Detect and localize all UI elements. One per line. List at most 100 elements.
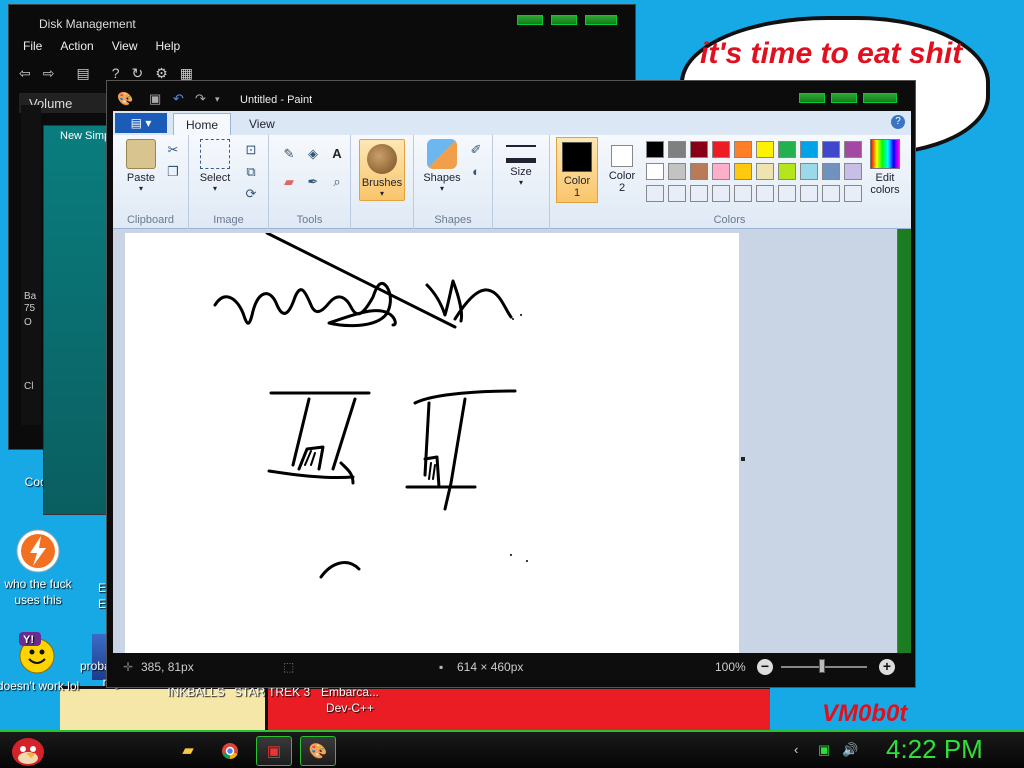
select-button[interactable]: Select ▾: [195, 139, 235, 193]
cut-icon[interactable]: ✂: [163, 141, 183, 159]
color-swatch[interactable]: [690, 163, 708, 180]
outline-icon[interactable]: ✐: [466, 141, 486, 159]
taskbar-clock[interactable]: 4:22 PM: [886, 734, 983, 765]
drawing-canvas[interactable]: [125, 233, 739, 653]
magnifier-icon[interactable]: ⌕: [327, 173, 347, 191]
crop-icon[interactable]: ⊡: [241, 141, 261, 159]
zoom-slider-thumb[interactable]: [819, 659, 825, 673]
color2-button[interactable]: Color 2: [602, 137, 642, 194]
custom-color-slot[interactable]: [844, 185, 862, 202]
disk-list-panel: Ba 75 O Cl: [21, 105, 41, 425]
chrome-icon[interactable]: [212, 736, 248, 766]
help-icon[interactable]: ?: [112, 65, 120, 81]
vertical-scrollbar[interactable]: [897, 229, 911, 653]
customize-quick-access-icon[interactable]: ▾: [215, 94, 220, 105]
menu-help[interactable]: Help: [156, 39, 181, 59]
color-swatch[interactable]: [712, 163, 730, 180]
disk-management-title: Disk Management: [39, 17, 136, 31]
custom-color-slot[interactable]: [668, 185, 686, 202]
forward-arrow-icon[interactable]: ⇨: [43, 65, 55, 81]
properties-icon[interactable]: ▤: [76, 65, 89, 81]
maximize-button[interactable]: [551, 15, 577, 25]
color1-button[interactable]: Color 1: [556, 137, 598, 203]
fill-icon[interactable]: ◈: [303, 145, 323, 163]
redo-icon[interactable]: ↷: [195, 91, 206, 107]
text-icon[interactable]: A: [327, 145, 347, 163]
tab-view[interactable]: View: [237, 113, 287, 135]
show-hidden-icons-icon[interactable]: ‹: [794, 742, 798, 757]
refresh-icon[interactable]: ↻: [132, 65, 144, 81]
custom-color-slot[interactable]: [756, 185, 774, 202]
paint-task-icon[interactable]: 🎨: [300, 736, 336, 766]
color-swatch[interactable]: [646, 141, 664, 158]
desktop-icon-doesnt-work[interactable]: Y! doesn't work lol: [0, 630, 80, 694]
zoom-out-button[interactable]: −: [757, 659, 773, 675]
size-button[interactable]: Size ▾: [501, 139, 541, 187]
color-swatch[interactable]: [800, 163, 818, 180]
network-icon[interactable]: ▣: [818, 742, 830, 758]
color-swatch[interactable]: [712, 141, 730, 158]
drawing-strokes: [213, 233, 528, 579]
paint-menu-button[interactable]: ▤ ▾: [115, 113, 167, 133]
paint-title-bar[interactable]: 🎨 ▣ ↶ ↷ ▾ Untitled - Paint: [107, 81, 915, 109]
color-swatch[interactable]: [734, 163, 752, 180]
fill-style-icon[interactable]: ◐: [466, 163, 486, 181]
paint-window[interactable]: 🎨 ▣ ↶ ↷ ▾ Untitled - Paint ▤ ▾ Home View…: [106, 80, 916, 688]
custom-color-slot[interactable]: [822, 185, 840, 202]
paint-app-icon[interactable]: 🎨: [117, 91, 133, 107]
rotate-icon[interactable]: ⟳: [241, 185, 261, 203]
copy-icon[interactable]: ❐: [163, 163, 183, 181]
settings-icon[interactable]: ▦: [180, 65, 193, 81]
help-icon[interactable]: ?: [891, 115, 905, 129]
menu-view[interactable]: View: [112, 39, 138, 59]
tab-home[interactable]: Home: [173, 113, 232, 135]
resize-icon[interactable]: ⧉: [241, 163, 261, 181]
save-icon[interactable]: ▣: [149, 91, 161, 107]
shapes-button[interactable]: Shapes ▾: [420, 139, 464, 193]
color-swatch[interactable]: [844, 141, 862, 158]
color-swatch[interactable]: [668, 141, 686, 158]
color-swatch[interactable]: [734, 141, 752, 158]
desktop-icon-dev-cpp[interactable]: Embarca... Dev-C++: [308, 684, 392, 716]
color-swatch[interactable]: [778, 163, 796, 180]
custom-color-slot[interactable]: [646, 185, 664, 202]
color-swatch[interactable]: [756, 163, 774, 180]
color-swatch[interactable]: [822, 141, 840, 158]
undo-icon[interactable]: ↶: [173, 91, 184, 107]
custom-color-slot[interactable]: [778, 185, 796, 202]
custom-color-slot[interactable]: [734, 185, 752, 202]
custom-color-slot[interactable]: [712, 185, 730, 202]
volume-icon[interactable]: 🔊: [842, 742, 858, 758]
color-swatch[interactable]: [668, 163, 686, 180]
color-swatch[interactable]: [756, 141, 774, 158]
pencil-icon[interactable]: ✎: [279, 145, 299, 163]
close-button[interactable]: [585, 15, 617, 25]
eraser-icon[interactable]: ▰: [279, 173, 299, 191]
color-swatch[interactable]: [646, 163, 664, 180]
rescan-icon[interactable]: ⚙: [155, 65, 168, 81]
custom-color-slot[interactable]: [800, 185, 818, 202]
color-picker-icon[interactable]: ✒: [303, 173, 323, 191]
color-swatch[interactable]: [800, 141, 818, 158]
edit-colors-button[interactable]: Edit colors: [864, 139, 906, 196]
color-swatch[interactable]: [778, 141, 796, 158]
back-arrow-icon[interactable]: ⇦: [19, 65, 31, 81]
zoom-in-button[interactable]: +: [879, 659, 895, 675]
brushes-button[interactable]: Brushes ▾: [359, 139, 405, 201]
minimize-button[interactable]: [517, 15, 543, 25]
menu-file[interactable]: File: [23, 39, 42, 59]
close-button[interactable]: [863, 93, 897, 103]
custom-color-slot[interactable]: [690, 185, 708, 202]
disk-management-task-icon[interactable]: ▣: [256, 736, 292, 766]
paste-button[interactable]: Paste ▾: [121, 139, 161, 193]
menu-action[interactable]: Action: [60, 39, 93, 59]
explorer-icon[interactable]: ▰: [170, 736, 206, 766]
canvas-resize-handle[interactable]: [741, 457, 745, 461]
maximize-button[interactable]: [831, 93, 857, 103]
color-swatch[interactable]: [690, 141, 708, 158]
angry-bird-start-icon[interactable]: [6, 732, 50, 768]
canvas-size: 614 × 460px: [457, 660, 524, 674]
minimize-button[interactable]: [799, 93, 825, 103]
color-swatch[interactable]: [844, 163, 862, 180]
color-swatch[interactable]: [822, 163, 840, 180]
